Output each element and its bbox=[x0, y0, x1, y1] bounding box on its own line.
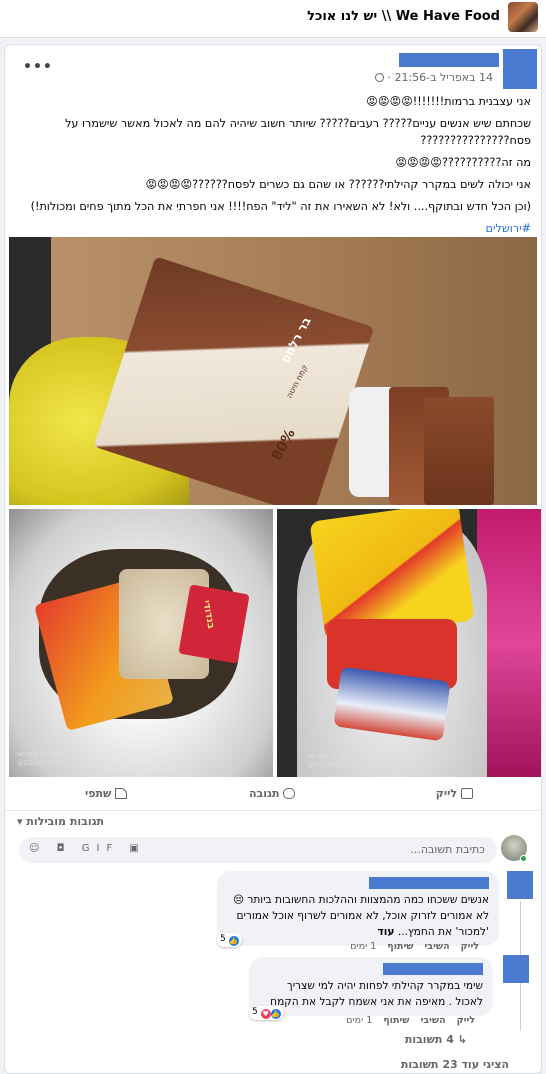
reaction-badge[interactable]: 5 👍 bbox=[217, 933, 242, 947]
sort-label: תגובות מובילות bbox=[26, 815, 105, 828]
comment-placeholder: כתיבת תשובה... bbox=[410, 843, 485, 856]
reaction-count: 5 bbox=[220, 934, 226, 944]
see-more-link[interactable]: עוד bbox=[378, 926, 395, 938]
comment-reply-button[interactable]: השיבי bbox=[425, 941, 450, 952]
comment-icon bbox=[283, 788, 296, 799]
more-options-icon[interactable]: ••• bbox=[23, 59, 53, 75]
post-photo-flour-box[interactable]: בר רלחם 80% קמח חיטה bbox=[9, 237, 537, 505]
comment-like-button[interactable]: לייק bbox=[457, 1015, 475, 1026]
comment-text: אנשים ששכחו כמה מהמצוות וההלכות החשובות … bbox=[232, 894, 489, 938]
comment-text: שימי במקרר קהילתי לפחות יהיה למי שצריך ל… bbox=[270, 980, 483, 1008]
watermark-line1: MI NOTE 10 LITE bbox=[307, 753, 365, 761]
group-header: יש לנו אוכל \\ We Have Food bbox=[0, 0, 546, 38]
comment-input[interactable]: כתיבת תשובה... ☺ ◘ GIF ▣ bbox=[19, 837, 497, 863]
post-actions-bar: לייק תגובה שתפי bbox=[5, 779, 541, 811]
share-label: שתפי bbox=[85, 787, 112, 800]
post-card: 14 באפריל ב-21:56 · ••• אני עצבנית ברמות… bbox=[4, 44, 542, 1074]
post-paragraph: שכחתם שיש אנשים עניים????? רעבים????? שי… bbox=[65, 117, 531, 147]
comment-bubble: שימי במקרר קהילתי לפחות יהיה למי שצריך ל… bbox=[249, 957, 493, 1016]
like-reaction-icon: 👍 bbox=[228, 936, 239, 946]
reaction-count: 5 bbox=[252, 1007, 258, 1017]
comment-age[interactable]: 1 ימים bbox=[346, 1015, 372, 1026]
commenter-avatar-redacted[interactable] bbox=[503, 955, 529, 983]
comment-button[interactable]: תגובה bbox=[249, 787, 296, 800]
comment-sort-dropdown[interactable]: תגובות מובילות ▾ bbox=[17, 815, 104, 828]
commenter-name-redacted[interactable] bbox=[383, 963, 483, 975]
commenter-avatar-redacted[interactable] bbox=[507, 871, 533, 899]
post-paragraph: מה זה??????????😡😡😡😡 bbox=[395, 156, 531, 169]
comment-input-icons[interactable]: ☺ ◘ GIF ▣ bbox=[29, 843, 146, 854]
online-status-dot bbox=[520, 855, 527, 862]
brown-bag bbox=[424, 397, 494, 505]
comment-share-button[interactable]: שיתוף bbox=[387, 941, 413, 952]
reply-arrow-icon: ↳ bbox=[457, 1033, 467, 1046]
post-time-text[interactable]: 14 באפריל ב-21:56 bbox=[394, 71, 493, 84]
group-title[interactable]: יש לנו אוכל \\ We Have Food bbox=[307, 9, 500, 24]
post-timestamp[interactable]: 14 באפריל ב-21:56 · bbox=[372, 71, 493, 84]
like-label: לייק bbox=[435, 787, 457, 800]
love-reaction-icon: ♥ bbox=[260, 1009, 271, 1019]
post-body: אני עצבנית ברמות!!!!!!!😡😡😡😡 שכחתם שיש אנ… bbox=[11, 93, 531, 242]
share-arrow-icon bbox=[115, 788, 128, 799]
globe-icon bbox=[374, 73, 384, 82]
caret-down-icon: ▾ bbox=[17, 815, 23, 828]
watermark-line2: @CELESTINA bbox=[307, 761, 353, 769]
watermark-line2: @CELESTINA bbox=[17, 759, 63, 767]
comment-actions: לייק השיבי שיתוף 1 ימים bbox=[350, 941, 479, 952]
comment-age[interactable]: 1 ימים bbox=[350, 941, 376, 952]
replies-label: 4 תשובות bbox=[404, 1033, 454, 1046]
comment-label: תגובה bbox=[249, 787, 280, 800]
comment-like-button[interactable]: לייק bbox=[461, 941, 479, 952]
group-avatar[interactable] bbox=[508, 2, 538, 32]
commenter-name-redacted[interactable] bbox=[369, 877, 489, 889]
reaction-badge[interactable]: 5 ♥ 👍 bbox=[249, 1006, 284, 1020]
thumbs-up-icon bbox=[461, 788, 473, 799]
view-more-replies-link[interactable]: הציגי עוד 23 תשובות bbox=[401, 1058, 509, 1071]
post-photo-pasta-bag[interactable]: בנדודי MI NOTE 10 LITE @CELESTINA bbox=[9, 509, 273, 777]
share-button[interactable]: שתפי bbox=[85, 787, 128, 800]
author-avatar-redacted[interactable] bbox=[503, 49, 537, 89]
like-reaction-icon: 👍 bbox=[270, 1009, 281, 1019]
view-replies-link[interactable]: ↳ 4 תשובות bbox=[405, 1033, 467, 1046]
comment-actions: לייק השיבי שיתוף 1 ימים bbox=[346, 1015, 475, 1026]
post-photo-snacks-bag[interactable]: MI NOTE 10 LITE @CELESTINA bbox=[277, 509, 541, 777]
hashtag-link[interactable]: #ירושלים bbox=[486, 222, 531, 235]
post-paragraph: אני יכולה לשים במקרר קהילתי?????? או שהם… bbox=[145, 178, 531, 191]
author-name-redacted[interactable] bbox=[399, 53, 499, 67]
post-paragraph: (וכן הכל חדש ובתוקף.... ולא! לא השאירו א… bbox=[30, 200, 531, 213]
comment-bubble: אנשים ששכחו כמה מהמצוות וההלכות החשובות … bbox=[217, 871, 499, 946]
like-button[interactable]: לייק bbox=[436, 787, 473, 800]
watermark-line1: MI NOTE 10 LITE bbox=[17, 751, 75, 759]
post-paragraph: אני עצבנית ברמות!!!!!!!😡😡😡😡 bbox=[366, 95, 531, 108]
comment-reply-button[interactable]: השיבי bbox=[421, 1015, 446, 1026]
comment-share-button[interactable]: שיתוף bbox=[383, 1015, 409, 1026]
watermark: MI NOTE 10 LITE @CELESTINA bbox=[17, 751, 75, 767]
watermark: MI NOTE 10 LITE @CELESTINA bbox=[307, 753, 365, 769]
